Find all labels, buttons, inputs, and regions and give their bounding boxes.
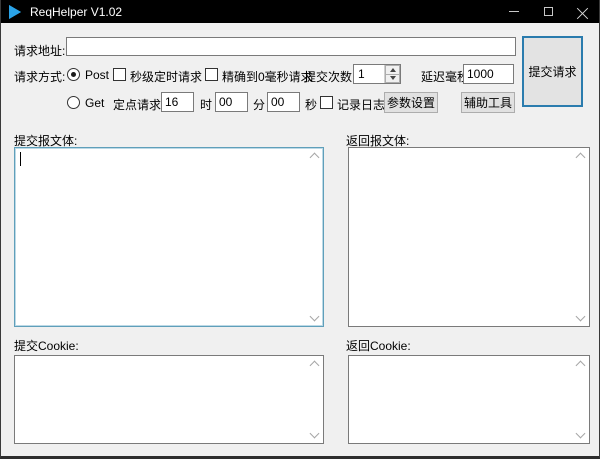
submit-cookie-panel (14, 355, 324, 444)
response-cookie-label: 返回Cookie: (346, 337, 411, 354)
second-unit-label: 秒 (305, 96, 317, 113)
titlebar: ReqHelper V1.02 (1, 0, 599, 23)
response-cookie-textarea[interactable] (350, 357, 572, 442)
maximize-icon (544, 7, 553, 16)
hour-unit-label: 时 (200, 96, 212, 113)
window-controls (497, 0, 599, 23)
scroll-up-icon[interactable] (576, 361, 586, 371)
spin-down-icon (390, 76, 396, 80)
precise-checkbox-label[interactable]: 精确到0毫秒请求 (222, 68, 313, 85)
submit-body-textarea[interactable] (16, 149, 306, 325)
response-body-textarea[interactable] (350, 149, 572, 325)
scroll-up-icon[interactable] (576, 153, 586, 163)
get-radio-label[interactable]: Get (85, 96, 104, 110)
log-checkbox-label[interactable]: 记录日志 (337, 96, 385, 113)
count-stepper[interactable]: 1 (353, 64, 401, 84)
scroll-down-icon[interactable] (310, 312, 320, 322)
minimize-icon (509, 11, 519, 12)
method-label: 请求方式: (14, 68, 65, 85)
precise-checkbox[interactable] (205, 68, 218, 81)
count-value: 1 (354, 65, 384, 83)
submit-cookie-textarea[interactable] (16, 357, 306, 442)
scroll-down-icon[interactable] (310, 429, 320, 439)
delay-input[interactable] (463, 64, 514, 84)
window-title: ReqHelper V1.02 (30, 5, 122, 19)
second-input[interactable] (267, 92, 300, 112)
hour-input[interactable] (161, 92, 194, 112)
count-label: 提交次数: (304, 68, 355, 85)
maximize-button[interactable] (531, 0, 565, 23)
interval-checkbox[interactable] (113, 68, 126, 81)
scroll-down-icon[interactable] (576, 312, 586, 322)
minimize-button[interactable] (497, 0, 531, 23)
interval-checkbox-label[interactable]: 秒级定时请求 (130, 68, 202, 85)
close-button[interactable] (565, 0, 599, 23)
app-logo-icon (9, 5, 21, 19)
address-input[interactable] (66, 37, 516, 56)
text-caret (20, 152, 21, 166)
address-label: 请求地址: (14, 42, 65, 59)
count-spin-buttons (384, 65, 400, 83)
count-down-button[interactable] (385, 75, 400, 84)
app-window: ReqHelper V1.02 请求地址: 提交请求 请求方式: Post 秒级… (0, 0, 600, 459)
log-checkbox[interactable] (320, 96, 333, 109)
scroll-up-icon[interactable] (310, 361, 320, 371)
minute-unit-label: 分 (253, 96, 265, 113)
minute-input[interactable] (215, 92, 248, 112)
get-radio[interactable] (67, 96, 80, 109)
close-icon (577, 6, 588, 17)
response-cookie-panel (348, 355, 590, 444)
scroll-down-icon[interactable] (576, 429, 586, 439)
spin-up-icon (390, 68, 396, 72)
params-button[interactable]: 参数设置 (384, 92, 438, 113)
radio-dot (71, 72, 76, 77)
submit-cookie-label: 提交Cookie: (14, 337, 79, 354)
scroll-up-icon[interactable] (310, 153, 320, 163)
submit-body-panel (14, 147, 324, 327)
post-radio-label[interactable]: Post (85, 68, 109, 82)
response-body-panel (348, 147, 590, 327)
submit-request-button[interactable]: 提交请求 (522, 36, 583, 107)
count-up-button[interactable] (385, 65, 400, 75)
post-radio[interactable] (67, 68, 80, 81)
tools-button[interactable]: 辅助工具 (461, 92, 515, 113)
schedule-label: 定点请求: (113, 96, 164, 113)
